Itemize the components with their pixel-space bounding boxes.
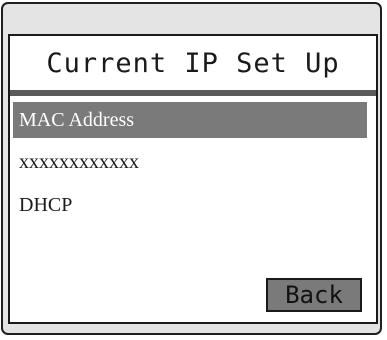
back-button[interactable]: Back <box>266 278 362 312</box>
menu-item-dhcp[interactable]: DHCP <box>13 187 367 223</box>
lcd-screen: Current IP Set Up MAC Address xxxxxxxxxx… <box>8 34 378 324</box>
title-separator <box>10 90 376 96</box>
menu-item-mac-value[interactable]: xxxxxxxxxxxx <box>13 144 367 180</box>
screen-title: Current IP Set Up <box>46 47 340 79</box>
device-display: Current IP Set Up MAC Address xxxxxxxxxx… <box>0 0 387 340</box>
menu-item-mac-address[interactable]: MAC Address <box>13 102 367 138</box>
